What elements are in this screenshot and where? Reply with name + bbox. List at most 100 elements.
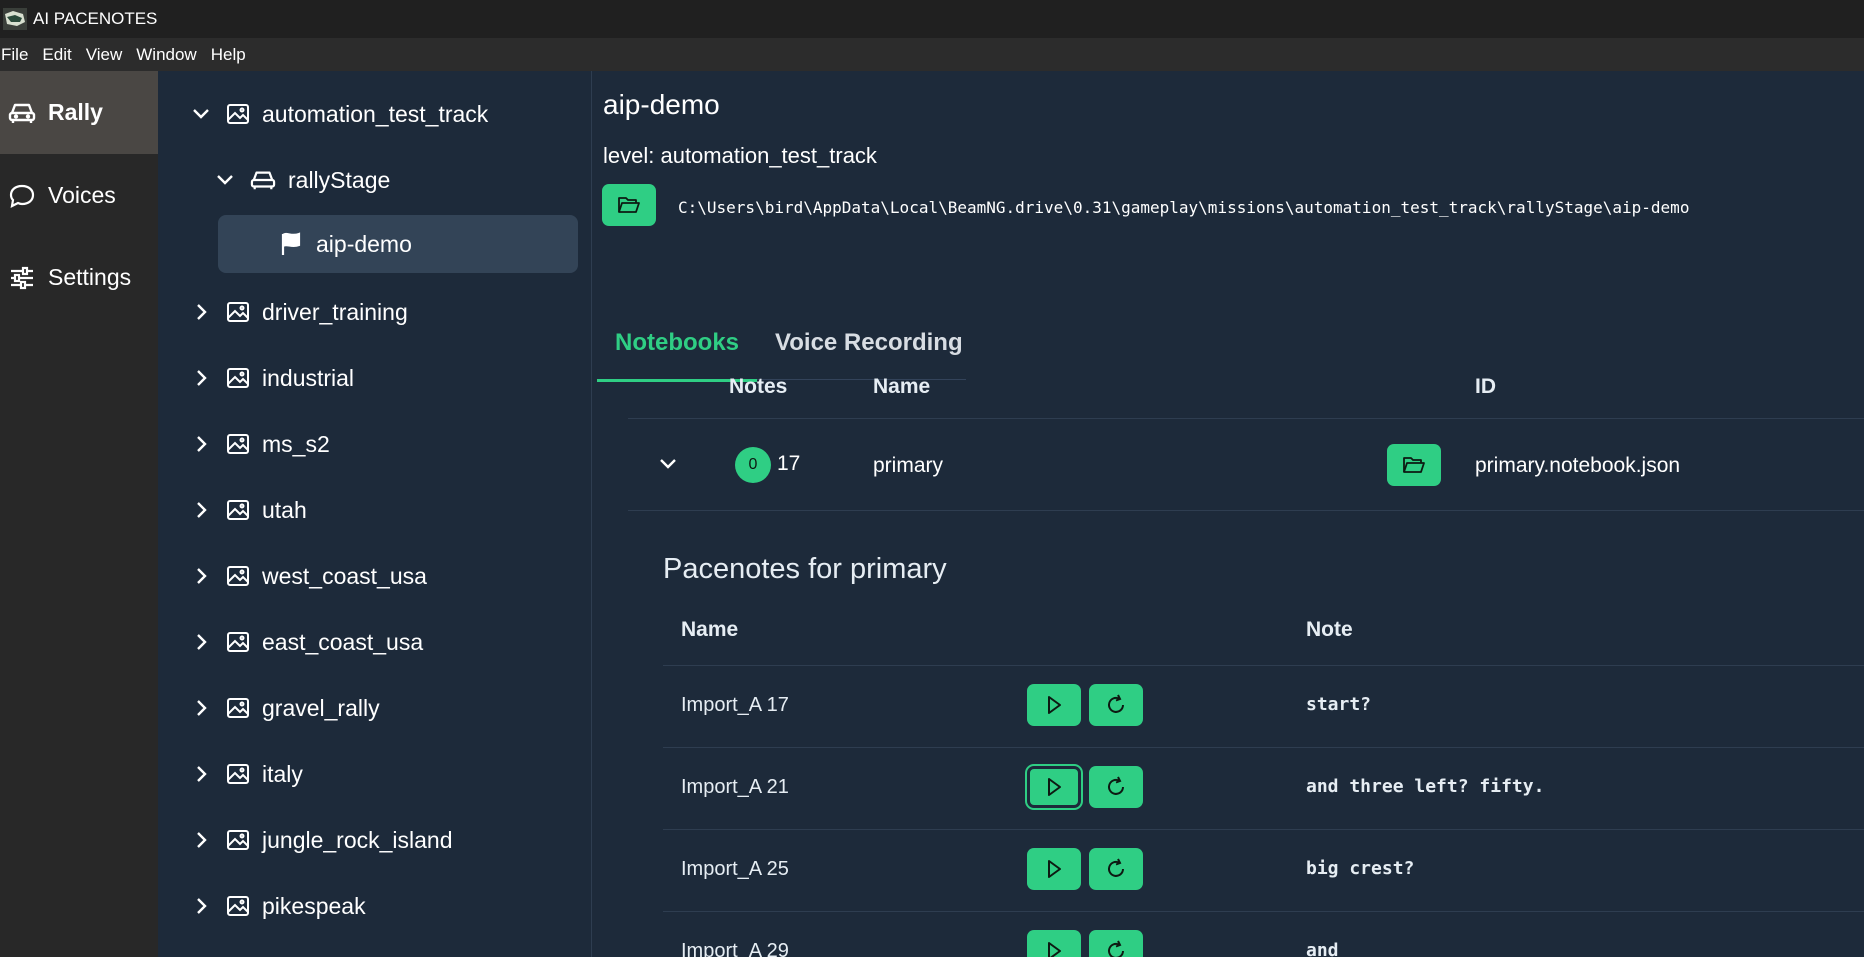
chevron-down-icon[interactable] xyxy=(657,453,679,475)
tree-item-west-coast-usa[interactable]: west_coast_usa xyxy=(188,551,427,601)
menu-help[interactable]: Help xyxy=(211,45,260,65)
header-name: Name xyxy=(681,618,739,641)
tree-item-jungle-rock-island[interactable]: jungle_rock_island xyxy=(188,815,453,865)
pacenote-text: and xyxy=(1306,940,1339,957)
pacenote-row[interactable]: Import_A 25 big crest? xyxy=(663,830,1864,912)
menu-file[interactable]: File xyxy=(1,45,42,65)
tree-label: pikespeak xyxy=(262,892,366,919)
play-button[interactable] xyxy=(1025,764,1083,810)
chevron-right-icon[interactable] xyxy=(188,761,214,787)
pacenote-row[interactable]: Import_A 17 start? xyxy=(663,666,1864,748)
level-tree: automation_test_track rallyStage aip-dem… xyxy=(158,71,592,957)
refresh-icon xyxy=(1108,940,1124,957)
notebooks-table-header: Notes Name ID xyxy=(628,363,1864,419)
menu-window[interactable]: Window xyxy=(136,45,210,65)
chevron-right-icon[interactable] xyxy=(188,497,214,523)
play-icon xyxy=(1048,778,1061,796)
chevron-right-icon[interactable] xyxy=(188,365,214,391)
pacenote-text: start? xyxy=(1306,694,1372,715)
refresh-icon xyxy=(1108,694,1124,713)
chevron-right-icon[interactable] xyxy=(188,299,214,325)
image-icon xyxy=(227,698,249,718)
play-button[interactable] xyxy=(1027,684,1081,726)
image-icon xyxy=(227,632,249,652)
chevron-right-icon[interactable] xyxy=(188,893,214,919)
chevron-right-icon[interactable] xyxy=(188,563,214,589)
image-icon xyxy=(227,434,249,454)
folder-open-icon xyxy=(1403,457,1425,473)
car-icon xyxy=(8,103,36,123)
tree-item-driver-training[interactable]: driver_training xyxy=(188,287,408,337)
window-title: AI PACENOTES xyxy=(33,9,158,28)
pacenote-name: Import_A 21 xyxy=(681,776,789,798)
image-icon xyxy=(227,896,249,916)
tree-item-industrial[interactable]: industrial xyxy=(188,353,354,403)
notebook-name: primary xyxy=(873,454,944,477)
image-icon xyxy=(227,830,249,850)
image-icon xyxy=(227,104,249,124)
tree-label: ms_s2 xyxy=(262,430,330,457)
tree-label: driver_training xyxy=(262,298,408,325)
tree-item-aip-demo[interactable]: aip-demo xyxy=(218,215,578,273)
image-icon xyxy=(227,500,249,520)
pacenote-name: Import_A 17 xyxy=(681,694,789,716)
tree-item-automation-test-track[interactable]: automation_test_track xyxy=(188,89,488,139)
pacenote-name: Import_A 29 xyxy=(681,940,789,957)
play-button[interactable] xyxy=(1027,930,1081,957)
tree-item-east-coast-usa[interactable]: east_coast_usa xyxy=(188,617,423,667)
pacenotes-table-header: Name Note xyxy=(663,600,1864,666)
image-icon xyxy=(227,764,249,784)
title-bar: AI PACENOTES xyxy=(0,0,1864,38)
header-note: Note xyxy=(1306,618,1353,641)
menu-view[interactable]: View xyxy=(86,45,137,65)
menu-bar: File Edit View Window Help xyxy=(0,38,1864,71)
notebook-id: primary.notebook.json xyxy=(1475,454,1681,477)
refresh-icon xyxy=(1108,858,1124,877)
chevron-right-icon[interactable] xyxy=(188,629,214,655)
tree-label: rallyStage xyxy=(288,166,391,193)
folder-open-icon xyxy=(618,197,640,213)
tree-label: aip-demo xyxy=(316,230,412,257)
pacenote-text: and three left? fifty. xyxy=(1306,776,1545,797)
nav-label-settings: Settings xyxy=(48,264,132,290)
pacenote-row[interactable]: Import_A 29 and xyxy=(663,912,1864,957)
nav-label-rally: Rally xyxy=(48,99,103,125)
tree-label: west_coast_usa xyxy=(262,562,427,589)
nav-label-voices: Voices xyxy=(48,182,116,208)
error-count-badge: 0 xyxy=(735,447,771,483)
play-icon xyxy=(1048,860,1061,878)
notebook-row[interactable]: 0 17 primary primary.notebook.json xyxy=(628,419,1864,511)
regenerate-button[interactable] xyxy=(1089,848,1143,890)
nav-item-rally[interactable]: Rally xyxy=(0,71,158,154)
tree-item-utah[interactable]: utah xyxy=(188,485,307,535)
chevron-right-icon[interactable] xyxy=(188,827,214,853)
refresh-icon xyxy=(1108,776,1124,795)
chevron-right-icon[interactable] xyxy=(188,695,214,721)
play-button[interactable] xyxy=(1027,848,1081,890)
regenerate-button[interactable] xyxy=(1089,684,1143,726)
open-notebook-folder-button[interactable] xyxy=(1387,444,1441,486)
chevron-down-icon[interactable] xyxy=(212,167,238,193)
open-folder-button[interactable] xyxy=(602,184,656,226)
left-navigation: Rally Voices Settings xyxy=(0,71,158,957)
regenerate-button[interactable] xyxy=(1089,930,1143,957)
pacenote-row[interactable]: Import_A 21 and three left? fifty. xyxy=(663,748,1864,830)
tree-item-gravel-rally[interactable]: gravel_rally xyxy=(188,683,380,733)
nav-item-voices[interactable]: Voices xyxy=(0,154,158,237)
tree-item-ms-s2[interactable]: ms_s2 xyxy=(188,419,330,469)
mission-path: C:\Users\bird\AppData\Local\BeamNG.drive… xyxy=(678,198,1690,217)
menu-edit[interactable]: Edit xyxy=(42,45,85,65)
pacenotes-title: Pacenotes for primary xyxy=(663,553,947,585)
pacenote-name: Import_A 25 xyxy=(681,858,789,880)
regenerate-button[interactable] xyxy=(1089,766,1143,808)
chevron-right-icon[interactable] xyxy=(188,431,214,457)
nav-item-settings[interactable]: Settings xyxy=(0,236,158,319)
mission-title: aip-demo xyxy=(603,89,720,120)
tree-item-rallystage[interactable]: rallyStage xyxy=(212,155,390,205)
chevron-down-icon[interactable] xyxy=(188,101,214,127)
tree-label: gravel_rally xyxy=(262,694,380,721)
tree-item-pikespeak[interactable]: pikespeak xyxy=(188,881,366,931)
header-notes: Notes xyxy=(729,375,788,398)
tree-item-italy[interactable]: italy xyxy=(188,749,303,799)
note-count: 17 xyxy=(777,452,801,475)
